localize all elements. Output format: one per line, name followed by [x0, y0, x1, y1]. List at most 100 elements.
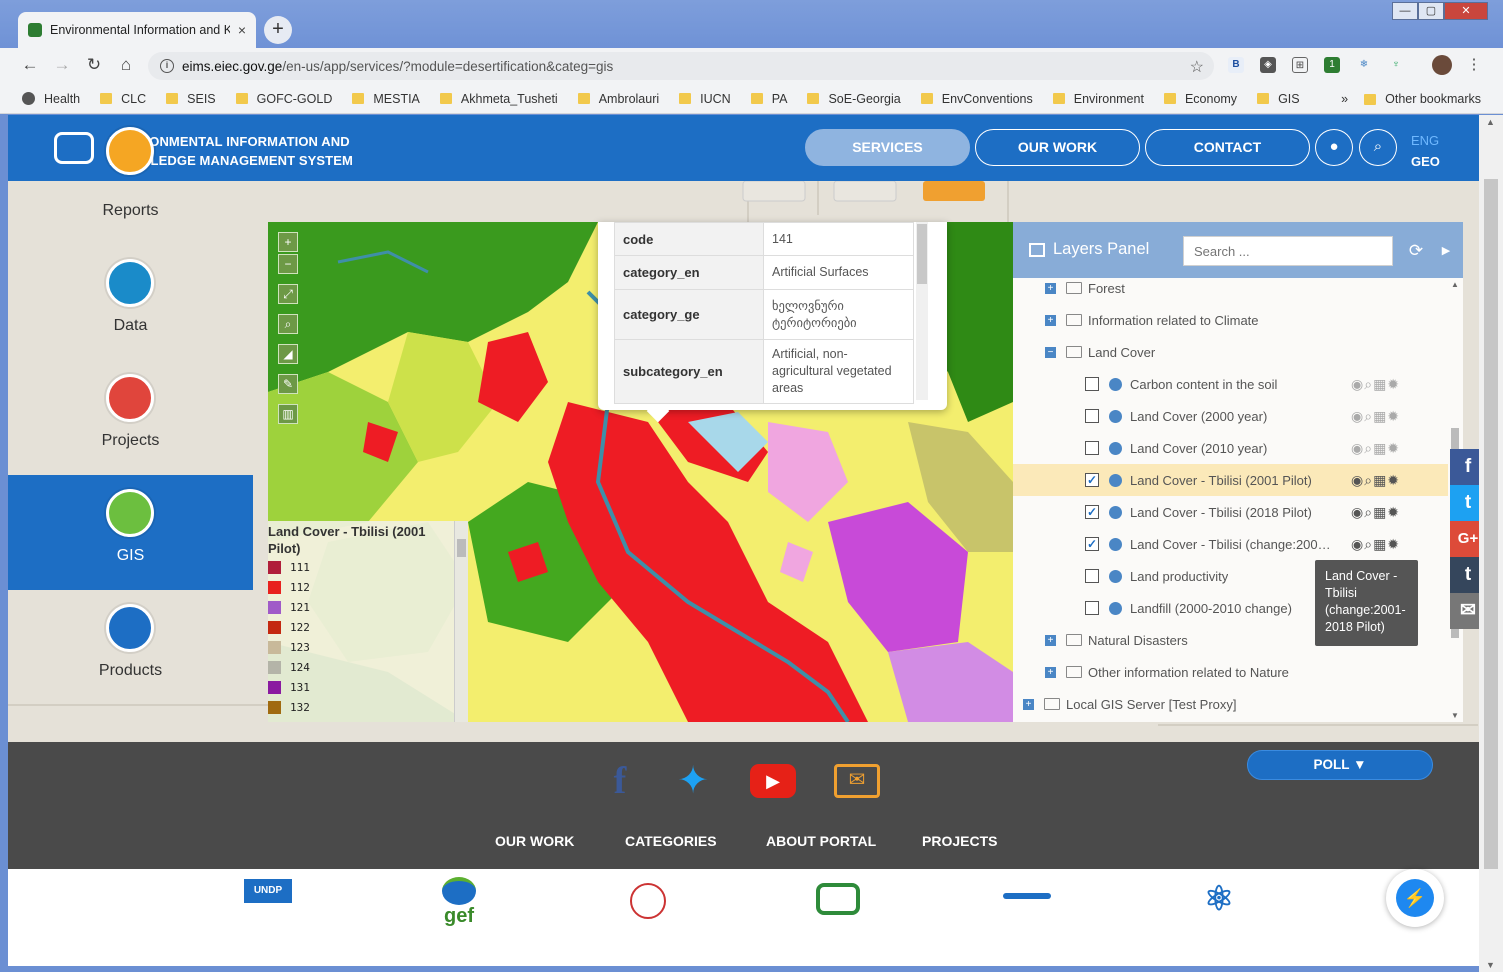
popup-scroll-thumb[interactable]	[917, 224, 927, 284]
twitter-icon[interactable]: ✦	[668, 758, 718, 804]
government-seal-logo[interactable]	[630, 883, 666, 919]
minimize-button[interactable]: —	[1392, 2, 1418, 20]
atom-logo-icon[interactable]: ⚛	[1199, 879, 1239, 919]
collapse-icon[interactable]: −	[1045, 346, 1056, 358]
extension-snowflake-icon[interactable]: ❄	[1356, 57, 1372, 73]
new-tab-button[interactable]: +	[264, 16, 292, 44]
site-info-icon[interactable]: i	[160, 59, 174, 73]
facebook-icon[interactable]: f	[595, 758, 645, 804]
messenger-chat-button[interactable]: ⚡	[1386, 869, 1444, 927]
bookmark-folder[interactable]: GIS	[1257, 92, 1300, 106]
footer-link-projects[interactable]: PROJECTS	[922, 833, 997, 849]
attribute-table-icon[interactable]: ▦	[1373, 472, 1387, 489]
lang-eng-link[interactable]: ENG	[1411, 130, 1440, 151]
popup-scrollbar[interactable]	[916, 222, 928, 400]
maximize-button[interactable]: ▢	[1418, 2, 1444, 20]
email-share-icon[interactable]: ✉	[1450, 593, 1479, 629]
bookmark-folder[interactable]: Economy	[1163, 92, 1237, 106]
poll-button[interactable]: POLL ▼	[1247, 750, 1433, 780]
eraser-icon[interactable]: ◢	[278, 344, 298, 364]
ministry-logo[interactable]	[1003, 893, 1051, 899]
expand-icon[interactable]: +	[1045, 634, 1056, 646]
nav-our-work-button[interactable]: OUR WORK	[975, 129, 1140, 166]
bookmark-health[interactable]: Health	[22, 92, 80, 106]
expand-icon[interactable]: +	[1045, 314, 1056, 326]
eims-footer-logo[interactable]	[816, 883, 860, 915]
footer-link-our-work[interactable]: OUR WORK	[495, 833, 574, 849]
footer-link-categories[interactable]: CATEGORIES	[625, 833, 717, 849]
bookmark-folder[interactable]: Akhmeta_Tusheti	[439, 92, 558, 106]
bookmark-folder[interactable]: IUCN	[679, 92, 731, 106]
layer-item[interactable]: Land Cover (2000 year) ◉ ⌕ ▦ ✹	[1013, 400, 1448, 432]
attribute-table-icon[interactable]: ▦	[1373, 536, 1387, 553]
layer-checkbox[interactable]	[1085, 409, 1099, 423]
user-icon[interactable]: ●	[1315, 129, 1353, 166]
map-legend[interactable]: Land Cover - Tbilisi (2001 Pilot) 111 112…	[268, 521, 468, 722]
mail-icon[interactable]: ✉	[834, 764, 880, 798]
zoom-box-icon[interactable]: ⌕	[278, 314, 298, 334]
layer-item[interactable]: Land Cover (2010 year) ◉ ⌕ ▦ ✹	[1013, 432, 1448, 464]
scroll-up-icon[interactable]: ▲	[1451, 280, 1459, 289]
layer-checkbox[interactable]	[1085, 601, 1099, 615]
visibility-eye-icon[interactable]: ◉	[1351, 536, 1364, 553]
bookmark-folder[interactable]: MESTIA	[352, 92, 420, 106]
footer-link-about-portal[interactable]: ABOUT PORTAL	[766, 833, 876, 849]
layer-settings-icon[interactable]: ✹	[1387, 504, 1400, 521]
edit-icon[interactable]: ✎	[278, 374, 298, 394]
bookmark-folder[interactable]: EnvConventions	[920, 92, 1033, 106]
scroll-down-icon[interactable]: ▼	[1451, 711, 1459, 720]
layer-search-input[interactable]	[1183, 236, 1393, 266]
visibility-eye-icon[interactable]: ◉	[1351, 472, 1364, 489]
other-bookmarks[interactable]: Other bookmarks	[1364, 92, 1481, 106]
layer-checkbox[interactable]: ✓	[1085, 537, 1099, 551]
youtube-icon[interactable]: ▶	[750, 764, 796, 798]
layer-item[interactable]: Carbon content in the soil ◉ ⌕ ▦ ✹	[1013, 368, 1448, 400]
bookmark-star-icon[interactable]: ☆	[1190, 57, 1204, 77]
window-close-button[interactable]: ✕	[1444, 2, 1488, 20]
layer-checkbox[interactable]	[1085, 377, 1099, 391]
layer-group[interactable]: − Land Cover	[1013, 336, 1448, 368]
page-scroll-thumb[interactable]	[1484, 179, 1498, 869]
bookmark-folder[interactable]: SEIS	[166, 92, 216, 106]
zoom-to-layer-icon[interactable]: ⌕	[1364, 472, 1373, 489]
layer-checkbox[interactable]: ✓	[1085, 505, 1099, 519]
expand-icon[interactable]: +	[1045, 282, 1056, 294]
layer-settings-icon[interactable]: ✹	[1387, 440, 1400, 457]
bookmark-folder[interactable]: PA	[750, 92, 787, 106]
gef-logo[interactable]: gef	[434, 877, 484, 931]
zoom-to-layer-icon[interactable]: ⌕	[1364, 376, 1373, 393]
scroll-down-icon[interactable]: ▼	[1486, 960, 1495, 970]
visibility-eye-icon[interactable]: ◉	[1351, 376, 1364, 393]
sidebar-item-reports[interactable]: Reports	[8, 127, 253, 230]
sidebar-item-projects[interactable]: Projects	[8, 360, 253, 475]
attribute-table-icon[interactable]: ▦	[1373, 376, 1387, 393]
layer-group[interactable]: + Other information related to Nature	[1013, 656, 1448, 688]
visibility-eye-icon[interactable]: ◉	[1351, 440, 1364, 457]
zoom-to-layer-icon[interactable]: ⌕	[1364, 536, 1373, 553]
extension-badge-icon[interactable]: 1	[1324, 57, 1340, 73]
reload-icon[interactable]: ↻	[83, 55, 105, 75]
browser-tab[interactable]: Environmental Information and K ×	[18, 12, 256, 48]
address-bar[interactable]: i eims.eiec.gov.ge/en-us/app/services/?m…	[148, 52, 1214, 80]
sidebar-item-data[interactable]: Data	[8, 245, 253, 360]
attribute-table-icon[interactable]: ▦	[1373, 440, 1387, 457]
page-scrollbar[interactable]: ▲ ▼	[1479, 115, 1503, 972]
nav-contact-button[interactable]: CONTACT	[1145, 129, 1310, 166]
attribute-table-icon[interactable]: ▦	[1373, 408, 1387, 425]
layer-checkbox[interactable]	[1085, 569, 1099, 583]
facebook-share-icon[interactable]: f	[1450, 449, 1479, 485]
back-icon[interactable]: ←	[19, 55, 41, 75]
scroll-up-icon[interactable]: ▲	[1486, 117, 1495, 127]
layer-item[interactable]: ✓ Land Cover - Tbilisi (2001 Pilot) ◉ ⌕ ▦ ✹	[1013, 464, 1448, 496]
layer-item[interactable]: ✓ Land Cover - Tbilisi (change:2001... ◉ ⌕ ▦…	[1013, 528, 1448, 560]
twitter-share-icon[interactable]: t	[1450, 485, 1479, 521]
browser-menu-icon[interactable]: ⋮	[1463, 55, 1485, 73]
tumblr-share-icon[interactable]: t	[1450, 557, 1479, 593]
zoom-to-layer-icon[interactable]: ⌕	[1364, 408, 1373, 425]
bookmark-folder[interactable]: Environment	[1052, 92, 1144, 106]
sidebar-item-products[interactable]: Products	[8, 590, 253, 705]
zoom-in-button[interactable]: +	[278, 232, 298, 252]
sidebar-item-gis[interactable]: GIS	[8, 475, 253, 590]
extension-b-icon[interactable]: B	[1228, 57, 1244, 73]
expand-icon[interactable]: +	[1023, 698, 1034, 710]
